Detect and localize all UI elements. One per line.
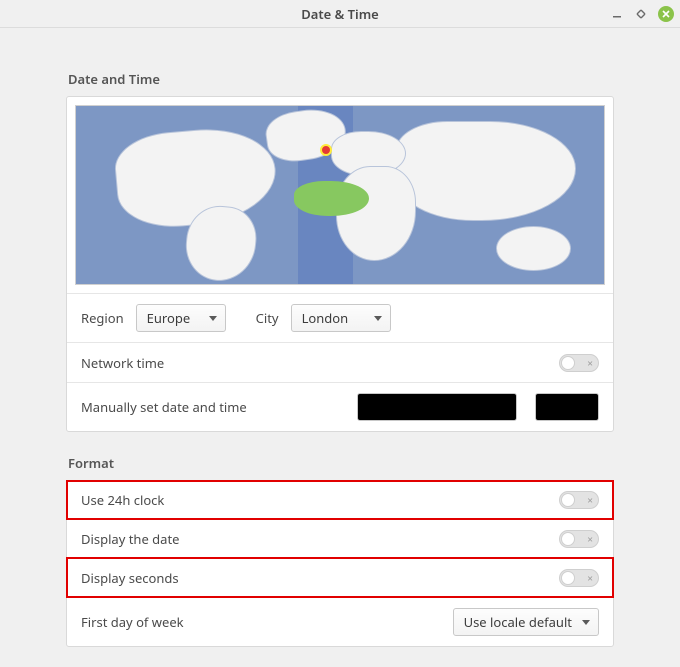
row-first-day: First day of week Use locale default — [67, 597, 613, 646]
date-input[interactable] — [357, 393, 517, 421]
network-time-label: Network time — [81, 354, 164, 372]
timezone-map-wrap — [67, 97, 613, 293]
close-icon[interactable] — [658, 6, 674, 22]
display-seconds-toggle[interactable]: × — [559, 569, 599, 587]
use-24h-toggle[interactable]: × — [559, 491, 599, 509]
chevron-down-icon — [374, 316, 382, 321]
first-day-value: Use locale default — [464, 613, 572, 631]
display-seconds-label: Display seconds — [81, 569, 179, 587]
titlebar: Date & Time — [0, 0, 680, 28]
section-heading-format: Format — [68, 454, 614, 472]
section-heading-datetime: Date and Time — [68, 70, 614, 88]
location-marker-icon — [320, 144, 332, 156]
first-day-dropdown[interactable]: Use locale default — [453, 608, 599, 636]
chevron-down-icon — [582, 620, 590, 625]
minimize-icon[interactable] — [610, 7, 624, 21]
row-network-time: Network time × — [67, 342, 613, 382]
row-manual-datetime: Manually set date and time — [67, 382, 613, 431]
time-input[interactable] — [535, 393, 599, 421]
city-dropdown[interactable]: London — [291, 304, 391, 332]
region-label: Region — [81, 309, 124, 327]
manual-datetime-label: Manually set date and time — [81, 398, 247, 416]
window-controls — [610, 0, 674, 28]
row-use-24h: Use 24h clock × — [67, 481, 613, 519]
first-day-label: First day of week — [81, 613, 184, 631]
city-label: City — [256, 309, 279, 327]
network-time-toggle[interactable]: × — [559, 354, 599, 372]
maximize-icon[interactable] — [634, 7, 648, 21]
content-area: Date and Time Region Europe — [0, 28, 680, 667]
region-dropdown[interactable]: Europe — [136, 304, 226, 332]
timezone-map[interactable] — [75, 105, 605, 285]
region-city-row: Region Europe City London — [67, 293, 613, 342]
display-date-label: Display the date — [81, 530, 179, 548]
row-display-date: Display the date × — [67, 519, 613, 558]
use-24h-label: Use 24h clock — [81, 491, 164, 509]
window-title: Date & Time — [301, 5, 379, 23]
row-display-seconds: Display seconds × — [67, 558, 613, 597]
chevron-down-icon — [209, 316, 217, 321]
display-date-toggle[interactable]: × — [559, 530, 599, 548]
panel-format: Use 24h clock × Display the date × Displ… — [66, 480, 614, 647]
city-value: London — [302, 309, 364, 327]
panel-datetime: Region Europe City London Network time ×… — [66, 96, 614, 432]
region-value: Europe — [147, 309, 199, 327]
